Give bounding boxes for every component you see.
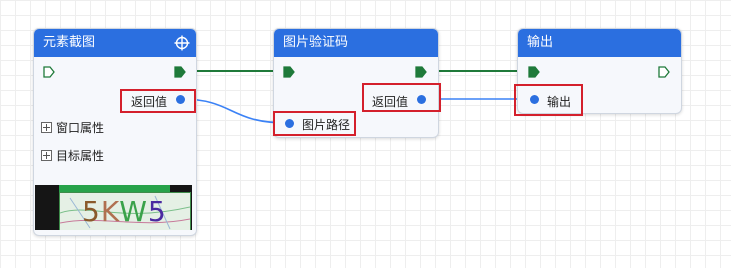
- exec-out-port-icon[interactable]: [658, 66, 670, 78]
- captcha-text: 5KW5: [82, 195, 167, 228]
- output-title: 输出: [527, 35, 554, 50]
- exec-in-port-icon[interactable]: [43, 66, 55, 78]
- element-screenshot-title: 元素截图: [43, 35, 96, 50]
- image-captcha-title: 图片验证码: [283, 35, 349, 50]
- crosshair-icon[interactable]: [174, 35, 190, 51]
- window-attr-row[interactable]: 窗口属性: [41, 119, 104, 136]
- element-screenshot-header[interactable]: 元素截图: [34, 29, 196, 57]
- highlight-return-value-2: [362, 83, 441, 112]
- exec-out-port-icon[interactable]: [415, 66, 427, 78]
- highlight-return-value-1: [120, 89, 196, 113]
- captcha-box: 5KW5: [59, 192, 191, 230]
- exec-out-port-icon[interactable]: [174, 66, 186, 78]
- exec-in-port-icon[interactable]: [528, 66, 540, 78]
- element-screenshot-node[interactable]: 元素截图 返回值 窗口属性 目标属性 5KW5: [33, 28, 197, 236]
- image-captcha-header[interactable]: 图片验证码: [274, 29, 438, 57]
- highlight-image-path: [273, 111, 356, 136]
- exec-in-port-icon[interactable]: [283, 66, 295, 78]
- output-header[interactable]: 输出: [518, 29, 681, 57]
- captcha-top-bar: [59, 185, 170, 192]
- target-attr-label: 目标属性: [56, 149, 105, 163]
- expand-icon[interactable]: [41, 122, 52, 133]
- highlight-output: [514, 84, 583, 116]
- target-attr-row[interactable]: 目标属性: [41, 147, 104, 164]
- expand-icon[interactable]: [41, 150, 52, 161]
- window-attr-label: 窗口属性: [56, 121, 105, 135]
- captcha-preview-image: 5KW5: [35, 185, 192, 230]
